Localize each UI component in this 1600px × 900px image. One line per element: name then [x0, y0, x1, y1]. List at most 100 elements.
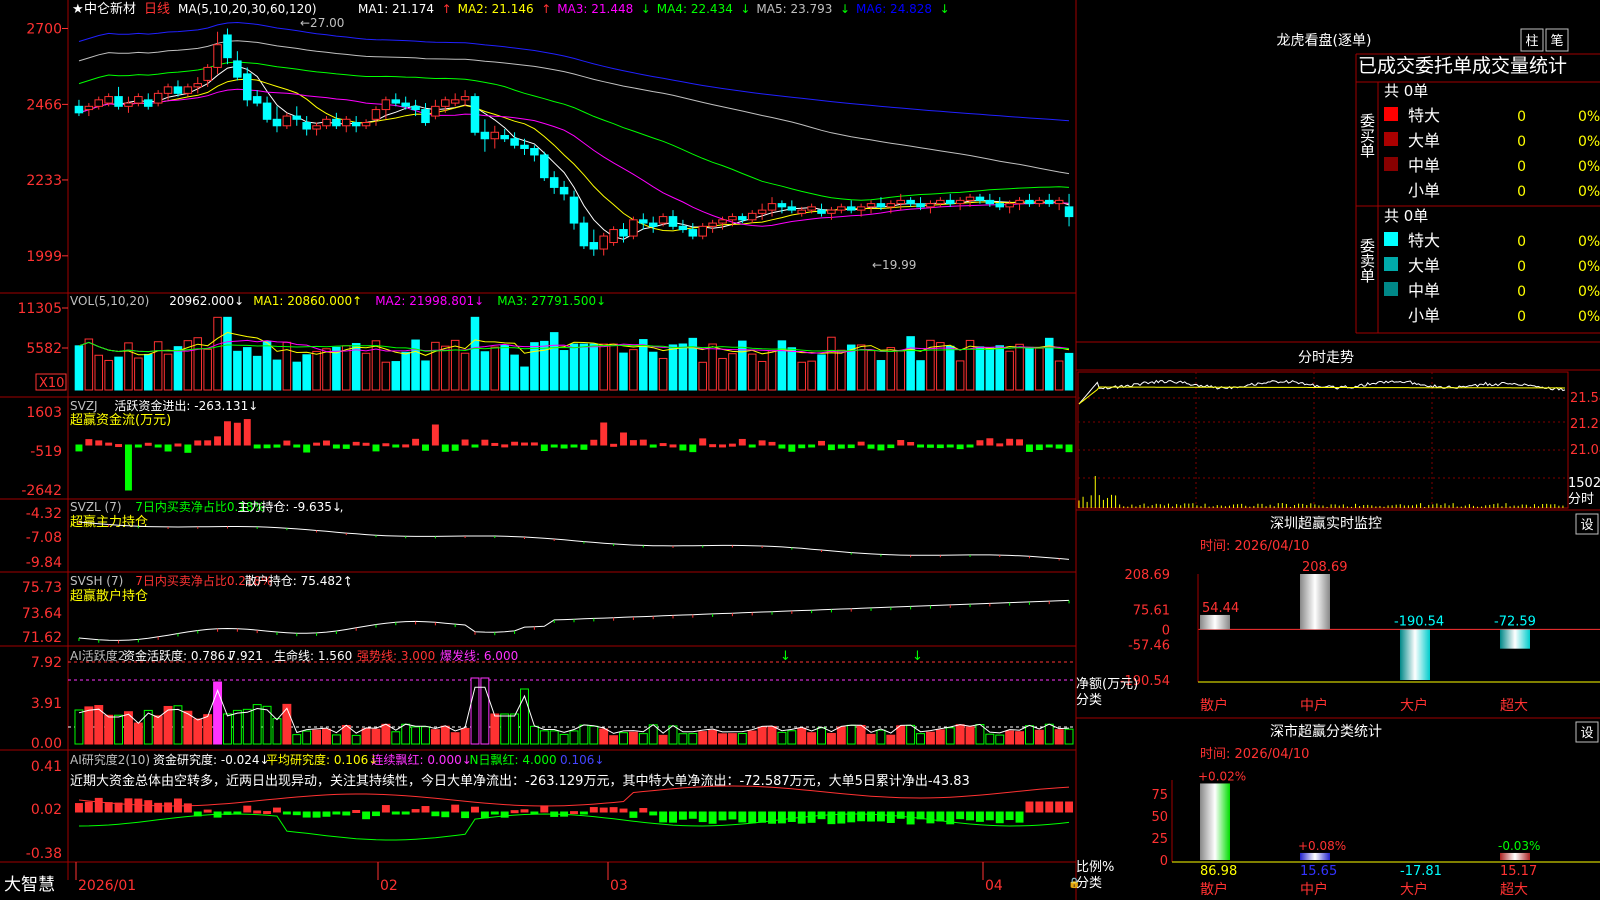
buy-row-value: 0 [1517, 109, 1526, 125]
candle-body [698, 225, 707, 237]
candle-body [351, 122, 361, 127]
buy-color-swatch [1384, 107, 1398, 121]
ai1-legend-1: 资金活跃度: 0.786↓ [123, 648, 235, 663]
candle-body [896, 199, 905, 205]
svsh-legend-3: , [347, 574, 351, 588]
activity-bar [678, 733, 688, 745]
flow-bar [332, 444, 340, 449]
candle-body [668, 216, 678, 227]
research-bar [74, 803, 83, 813]
monitor-bar-label: 208.69 [1302, 560, 1348, 575]
activity-bar [193, 718, 203, 745]
candle-body [74, 105, 84, 114]
classify-tick-label: 0 [1160, 854, 1168, 869]
flow-bar [461, 439, 469, 446]
volume-bar [213, 316, 222, 391]
candle-body [1005, 203, 1014, 208]
svzj-subtitle: 超赢资金流(万元) [70, 412, 171, 428]
flow-bar [75, 444, 83, 452]
flow-bar [95, 440, 103, 446]
candle-body [1025, 199, 1034, 205]
volume-bar [975, 346, 985, 391]
flow-bar [887, 444, 895, 449]
research-bar [777, 811, 786, 824]
vol-tick-label: 5582 [26, 341, 62, 357]
candle-body [916, 203, 925, 208]
research-bar [124, 798, 133, 813]
research-bar [688, 811, 697, 819]
volume-bar [292, 361, 302, 391]
buy-row-label: 中单 [1408, 156, 1440, 175]
ma-params: MA(5,10,20,30,60,120) [178, 2, 317, 16]
sell-side-label: 委卖单 [1358, 238, 1376, 283]
activity-bar [401, 723, 411, 745]
candle-body [777, 203, 787, 208]
flow-bar [996, 443, 1004, 447]
flow-bar [907, 442, 915, 446]
candle-body [549, 177, 559, 188]
flow-bar [471, 444, 479, 448]
activity-bar [74, 709, 84, 745]
sell-row-pct: 0% [1578, 309, 1600, 325]
candle-body [183, 86, 193, 94]
candle-body [391, 99, 401, 104]
intraday-vol-unit: 分时 [1568, 492, 1594, 507]
candle-body [569, 196, 579, 224]
candle-body [807, 206, 816, 211]
candle-body [837, 206, 846, 211]
candle-body [995, 203, 1005, 208]
buy-row-label: 小单 [1408, 181, 1440, 200]
activity-bar [1034, 729, 1044, 745]
buy-row-value: 0 [1517, 184, 1526, 200]
ma-legend-arrow: ↓ [940, 2, 950, 16]
monitor-category-label: 超大 [1500, 698, 1528, 714]
volume-bar [747, 353, 757, 391]
activity-bar [232, 709, 242, 745]
volume-bar [203, 348, 212, 391]
research-bar [807, 811, 816, 823]
volume-bar [441, 345, 450, 391]
ai1-legend-4: 强势线: 3.000 [357, 649, 435, 663]
activity-bar [371, 728, 381, 745]
column-view-label: 柱 [1525, 34, 1538, 49]
intraday-price-tick: 21.29 [1570, 417, 1600, 432]
flow-bar [709, 444, 717, 448]
activity-bar [430, 729, 440, 745]
candle-body [450, 99, 460, 104]
activity-bar [133, 722, 143, 745]
volume-bar [1064, 352, 1074, 391]
candle-body [975, 196, 985, 201]
flow-bar [342, 444, 350, 449]
monitor-bar [1300, 574, 1330, 630]
research-bar [114, 802, 123, 813]
classify-tick-label: 25 [1151, 832, 1168, 847]
classify-category-label: 散户 [1200, 881, 1228, 898]
candle-body [856, 206, 866, 211]
research-bar [847, 811, 856, 823]
activity-bar [886, 734, 896, 745]
high-price-label: ←27.00 [300, 16, 344, 30]
flow-bar [1065, 444, 1073, 453]
classify-bar [1200, 783, 1230, 860]
research-bar [995, 811, 1004, 824]
monitor-xlabel: 分类 [1076, 693, 1102, 708]
candle-body [203, 66, 212, 81]
flow-bar [85, 439, 93, 446]
activity-bar [628, 731, 638, 745]
candle-body [193, 83, 203, 88]
candle-body [1015, 199, 1024, 205]
flow-bar [976, 440, 984, 446]
volume-bar [342, 345, 351, 391]
volume-bar [609, 343, 618, 391]
volume-bar [678, 343, 688, 391]
volume-bar [460, 352, 470, 391]
volume-bar [955, 360, 965, 391]
classify-value-label: 15.65 [1300, 864, 1337, 879]
flow-bar [501, 444, 509, 448]
flow-bar [748, 444, 756, 448]
research-bar [579, 811, 588, 815]
flow-bar [837, 444, 845, 449]
research-bar [827, 811, 836, 825]
research-bar [510, 810, 519, 814]
volume-bar [134, 357, 143, 391]
